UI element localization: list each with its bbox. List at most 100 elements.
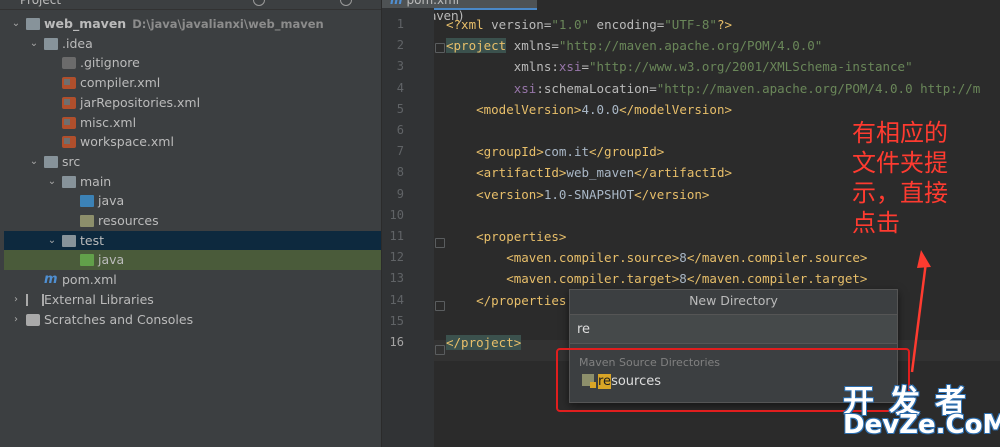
tree-item[interactable]: ⌄ main [4,172,381,192]
xml-file-icon [62,116,76,129]
annotation-line: 点击 [852,209,900,237]
line-number: 1 [396,17,404,31]
tree-item-label: java [98,252,125,268]
code-token: version= [491,17,552,32]
code-token: </maven.compiler.source> [686,250,868,266]
folder-icon [44,37,58,50]
fold-marker-icon[interactable] [435,43,445,53]
code-token: <modelVersion> [446,101,582,117]
fold-marker-icon[interactable] [435,345,445,355]
line-number: 3 [396,59,404,74]
code-token: "UTF-8" [664,17,717,32]
xml-file-icon [62,77,76,90]
annotation-line: 文件夹提 [852,149,948,177]
code-token: xmlns: [446,59,559,75]
tree-item-label: misc.xml [80,114,137,130]
tree-item[interactable]: misc.xml [4,113,381,133]
annotation-line: 示，直接 [852,179,948,207]
line-number: 4 [396,80,404,95]
code-token: encoding= [589,17,665,32]
code-line: <maven.compiler.target>8</maven.compiler… [446,268,867,289]
chevron-down-icon[interactable]: ⌄ [28,152,40,172]
code-token: "http://maven.apache.org/POM/4.0.0 http:… [656,80,981,96]
code-line: <modelVersion>4.0.0</modelVersion> [446,99,732,120]
gear-icon[interactable] [340,0,352,6]
line-number: 9 [396,186,404,201]
tree-item[interactable]: workspace.xml [4,132,381,152]
code-token: ?> [716,17,733,32]
line-number: 5 [396,101,404,116]
code-token: </modelVersion> [619,101,732,117]
code-token: com.it [543,144,589,160]
code-token: "http://maven.apache.org/POM/4.0.0" [558,38,823,54]
code-token: <?xml [446,17,492,32]
tree-item-label: workspace.xml [80,134,174,150]
folder-icon [44,155,58,168]
tree-item-label: .gitignore [80,55,140,71]
scratches-icon [26,313,40,326]
fold-marker-icon[interactable] [435,301,445,311]
code-token: = [581,59,589,75]
tree-item-label: test [80,232,105,248]
code-line: <artifactId>web_maven</artifactId> [446,162,732,183]
watermark-url: DevZe.CoM [843,410,1000,440]
chevron-down-icon[interactable]: ⌄ [46,172,58,192]
test-source-folder-icon [80,254,94,267]
code-line: <?xml version="1.0" encoding="UTF-8"?> [446,14,732,35]
tree-item[interactable]: ⌄ src [4,152,381,172]
tree-item[interactable]: resources [4,211,381,231]
module-folder-icon [26,18,40,30]
code-line: </project> [446,332,522,353]
code-token: :schemaLocation= [536,80,657,96]
chevron-right-icon[interactable]: › [10,290,22,310]
line-number: 16 [389,335,404,349]
tree-item[interactable]: ⌄ web_maven D:\java\javalianxi\web_maven [4,14,381,34]
tree-item[interactable]: .gitignore [4,53,381,73]
tree-item-label: web_maven D:\java\javalianxi\web_maven [44,16,324,31]
code-line: <version>1.0-SNAPSHOT</version> [446,184,709,205]
tree-item[interactable]: › External Libraries [4,290,381,310]
tree-item-label: pom.xml [62,272,117,288]
tree-item[interactable]: ⌄ test [4,230,381,251]
code-token: <maven.compiler.source> [446,250,680,266]
tree-item[interactable]: › Scratches and Consoles [4,310,381,330]
code-line: <groupId>com.it</groupId> [446,141,664,162]
code-token: 8 [679,250,687,266]
resources-folder-icon [80,215,94,227]
annotation-line: 有相应的 [852,119,948,147]
tree-item[interactable]: java [4,250,381,271]
tree-item[interactable]: java [4,191,381,211]
code-token: "http://www.w3.org/2001/XMLSchema-instan… [589,59,913,75]
fold-marker-icon[interactable] [435,238,445,248]
tree-item[interactable]: jarRepositories.xml [4,93,381,113]
code-token: 1.0-SNAPSHOT [543,186,635,202]
code-token: "1.0" [551,17,590,32]
project-panel-title[interactable]: Project [20,0,61,9]
code-token: </maven.compiler.target> [686,271,868,287]
code-line: <project xmlns="http://maven.apache.org/… [446,35,822,56]
tree-item-label: jarRepositories.xml [80,94,201,110]
chevron-down-icon[interactable]: ⌄ [46,231,58,251]
chevron-right-icon[interactable]: › [10,310,22,330]
tree-item[interactable]: ⌄ .idea [4,34,381,54]
tree-item-label: compiler.xml [80,75,161,91]
tree-item[interactable]: compiler.xml [4,73,381,93]
chevron-down-icon[interactable]: ⌄ [10,14,22,34]
maven-file-icon: m [44,272,58,288]
line-number: 7 [396,144,404,159]
locate-icon[interactable] [253,0,265,6]
source-folder-icon [80,195,94,208]
chevron-down-icon[interactable]: ⌄ [28,34,40,54]
code-token: xsi [558,59,582,75]
tree-item[interactable]: m pom.xml [4,270,381,290]
line-number: 10 [389,207,404,222]
tree-item-label: resources [98,213,159,228]
code-line: <properties> [446,226,566,247]
code-line: </properties [446,290,566,311]
code-token: <artifactId> [446,165,567,181]
code-token: </project> [446,335,522,350]
directory-name-input[interactable]: re [570,314,897,344]
code-token: </properties [446,292,567,308]
library-icon [26,293,44,306]
